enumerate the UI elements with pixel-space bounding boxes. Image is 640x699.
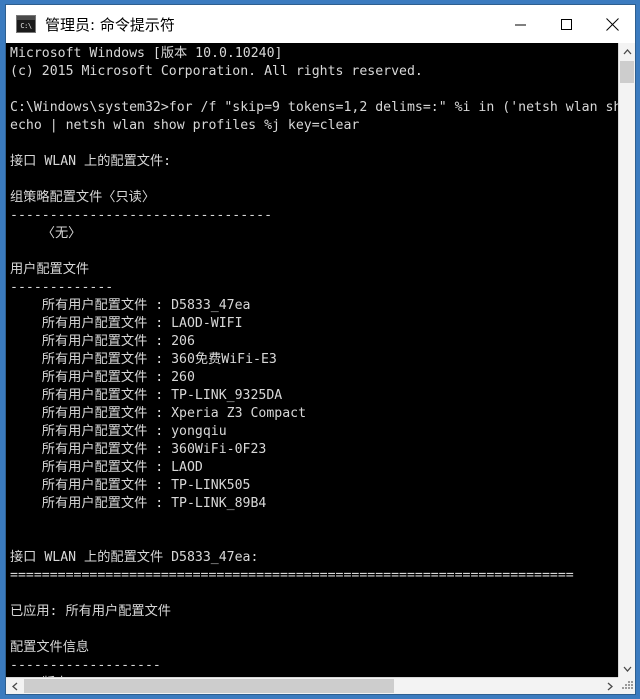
resize-grip-dot <box>628 684 630 686</box>
vertical-scrollbar[interactable] <box>618 43 635 677</box>
maximize-icon <box>560 18 573 31</box>
vertical-scrollbar-thumb[interactable] <box>620 61 634 83</box>
window-title: 管理员: 命令提示符 <box>45 15 175 34</box>
console-text: Microsoft Windows [版本 10.0.10240] (c) 20… <box>10 46 618 677</box>
console-output-area[interactable]: Microsoft Windows [版本 10.0.10240] (c) 20… <box>6 43 618 677</box>
resize-grip-dot <box>622 687 624 689</box>
resize-grip-dot <box>628 687 630 689</box>
title-bar[interactable]: C:\ 管理员: 命令提示符 <box>6 5 635 43</box>
minimize-button[interactable] <box>497 5 543 43</box>
console-icon: C:\ <box>16 15 36 33</box>
close-button[interactable] <box>589 5 635 43</box>
minimize-icon <box>514 18 527 31</box>
resize-grip-dot <box>625 684 627 686</box>
resize-grip-dot <box>631 681 633 683</box>
scroll-right-arrow-icon[interactable] <box>601 678 618 694</box>
title-bar-left: C:\ 管理员: 命令提示符 <box>6 14 497 35</box>
window-inner: C:\ 管理员: 命令提示符 Microsoft Windows [版本 10.… <box>5 4 636 695</box>
resize-grip-dot <box>631 687 633 689</box>
console-icon-glyph: C:\ <box>17 20 35 32</box>
scroll-up-arrow-icon[interactable] <box>619 43 635 60</box>
horizontal-scrollbar-thumb[interactable] <box>24 679 394 693</box>
scroll-down-arrow-icon[interactable] <box>619 660 635 677</box>
scroll-left-arrow-icon[interactable] <box>6 678 23 694</box>
close-icon <box>605 17 620 32</box>
maximize-button[interactable] <box>543 5 589 43</box>
resize-grip-dot <box>628 681 630 683</box>
resize-grip[interactable] <box>618 677 635 694</box>
command-prompt-window: C:\ 管理员: 命令提示符 Microsoft Windows [版本 10.… <box>0 0 640 699</box>
horizontal-scrollbar[interactable] <box>6 677 618 694</box>
resize-grip-dot <box>631 684 633 686</box>
resize-grip-dot <box>625 687 627 689</box>
window-controls <box>497 5 635 43</box>
